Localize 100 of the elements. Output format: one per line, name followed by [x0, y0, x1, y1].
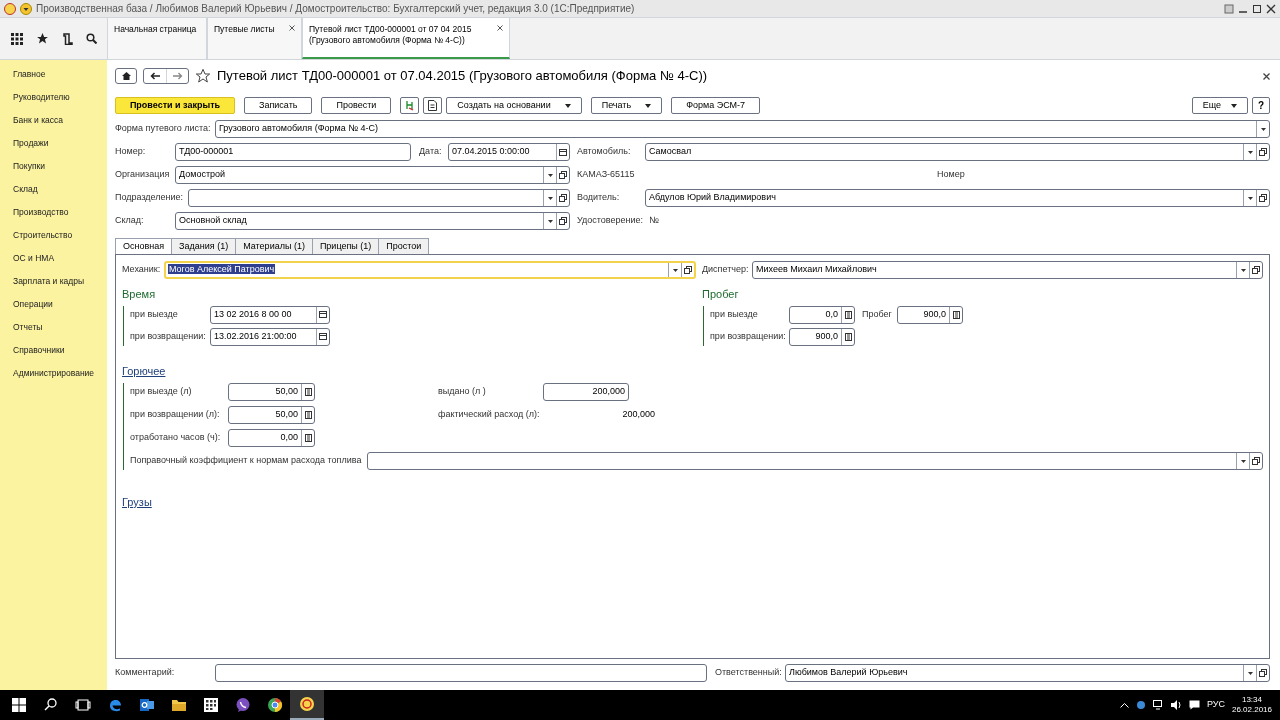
- close-icon[interactable]: [497, 25, 503, 31]
- number-field[interactable]: 50,00: [228, 383, 315, 401]
- select-field[interactable]: Любимов Валерий Юрьевич: [785, 664, 1270, 682]
- open-button[interactable]: [556, 167, 569, 183]
- sidebar-item[interactable]: Операции: [13, 297, 53, 312]
- section-tab[interactable]: Путевые листы: [207, 18, 302, 59]
- sidebar-item[interactable]: Зарплата и кадры: [13, 274, 85, 289]
- date-field[interactable]: 13.02.2016 21:00:00: [210, 327, 330, 346]
- calculator-button[interactable]: [841, 328, 854, 345]
- post-and-close-button[interactable]: Провести и закрыть: [115, 97, 235, 114]
- open-button[interactable]: [1249, 453, 1262, 469]
- tab-label[interactable]: Начальная страница: [114, 24, 197, 35]
- group-title[interactable]: Грузы: [122, 496, 152, 508]
- active-app-button[interactable]: [290, 690, 324, 720]
- calculator-button[interactable]: [301, 384, 314, 400]
- sidebar-item[interactable]: Склад: [13, 182, 38, 197]
- number-field[interactable]: 200,000: [543, 383, 629, 401]
- group-title[interactable]: Пробег: [702, 286, 963, 303]
- more-button[interactable]: Еще: [1191, 97, 1248, 114]
- calendar-button[interactable]: [556, 144, 569, 160]
- group-title[interactable]: Горючее: [122, 362, 1263, 379]
- calendar-button[interactable]: [316, 328, 329, 345]
- sidebar-item[interactable]: Банк и касса: [13, 113, 64, 128]
- command-button[interactable]: Провести: [321, 97, 392, 114]
- open-button[interactable]: [681, 263, 694, 277]
- message-icon[interactable]: [1188, 700, 1200, 710]
- menu-icon[interactable]: [20, 2, 32, 15]
- tray-icon[interactable]: [1135, 700, 1146, 710]
- star-icon[interactable]: [195, 68, 211, 84]
- number-field[interactable]: 0,00: [228, 429, 315, 447]
- search-icon[interactable]: [43, 697, 59, 713]
- section-tab[interactable]: Начальная страница: [107, 18, 207, 59]
- home-button[interactable]: [115, 68, 137, 84]
- open-button[interactable]: [1256, 665, 1269, 681]
- dropdown-button[interactable]: [543, 213, 556, 229]
- maximize-icon[interactable]: [1252, 3, 1262, 14]
- open-button[interactable]: [1256, 190, 1269, 206]
- select-field[interactable]: Самосвал: [645, 143, 1270, 161]
- browser-icon[interactable]: [107, 697, 123, 713]
- speaker-icon[interactable]: [1170, 700, 1182, 710]
- sidebar-item[interactable]: Строительство: [13, 228, 73, 243]
- language-indicator[interactable]: РУС: [1206, 698, 1225, 712]
- help-button[interactable]: ?: [1252, 97, 1270, 114]
- folder-icon[interactable]: [171, 697, 187, 713]
- chat-icon[interactable]: [235, 697, 251, 713]
- select-field[interactable]: [188, 189, 570, 207]
- date-field[interactable]: 07.04.2015 0:00:00: [448, 143, 570, 161]
- calculator-button[interactable]: [301, 430, 314, 446]
- dropdown-button[interactable]: [1256, 121, 1269, 137]
- command-button[interactable]: Форма ЭСМ-7: [671, 97, 761, 114]
- input-field[interactable]: ТД00-000001: [175, 143, 411, 161]
- dropdown-button[interactable]: [1243, 190, 1256, 206]
- grid-app-icon[interactable]: [203, 697, 219, 713]
- comment-field[interactable]: [215, 664, 707, 682]
- dropdown-button[interactable]: [668, 263, 681, 277]
- search-icon[interactable]: [85, 33, 97, 44]
- open-button[interactable]: [1249, 262, 1262, 278]
- close-icon[interactable]: [289, 25, 295, 31]
- section-tab[interactable]: Путевой лист ТД00-000001 от 07 04 2015 (Грузового автомобиля (Форма № 4-С)): [302, 18, 510, 59]
- menu-button[interactable]: Печать: [590, 97, 663, 114]
- sidebar-item[interactable]: Отчеты: [13, 320, 43, 335]
- select-field[interactable]: Абдулов Юрий Владимирович: [645, 189, 1270, 207]
- sidebar-item[interactable]: Производство: [13, 205, 69, 220]
- calculator-button[interactable]: [949, 306, 962, 323]
- task-view-icon[interactable]: [75, 697, 91, 713]
- sidebar-item[interactable]: Администрирование: [13, 366, 95, 381]
- icon-button[interactable]: [423, 97, 443, 114]
- dropdown-button[interactable]: [543, 167, 556, 183]
- select-field[interactable]: Могов Алексей Патрович: [164, 261, 696, 279]
- number-field[interactable]: 900,0: [897, 305, 963, 324]
- command-button[interactable]: Записать: [244, 97, 313, 114]
- mail-icon[interactable]: [139, 697, 155, 713]
- date-field[interactable]: 13 02 2016 8 00 00: [210, 305, 330, 324]
- dropdown-button[interactable]: [1243, 144, 1256, 160]
- dropdown-button[interactable]: [543, 190, 556, 206]
- history-icon[interactable]: [61, 32, 73, 45]
- star-icon[interactable]: [35, 32, 49, 45]
- open-button[interactable]: [556, 190, 569, 206]
- dropdown-button[interactable]: [1236, 262, 1249, 278]
- sidebar-item[interactable]: Руководителю: [13, 90, 70, 105]
- open-button[interactable]: [556, 213, 569, 229]
- group-title[interactable]: Время: [122, 286, 702, 303]
- dropdown-button[interactable]: [1236, 453, 1249, 469]
- calendar-button[interactable]: [316, 306, 329, 323]
- tab-label[interactable]: Путевые листы: [214, 24, 275, 35]
- number-field[interactable]: 900,0: [789, 327, 855, 346]
- toolbar-icon[interactable]: [1224, 3, 1234, 14]
- close-icon[interactable]: [1266, 3, 1276, 14]
- select-field[interactable]: [367, 452, 1263, 470]
- clock[interactable]: 13:34 26.02.2016: [1231, 695, 1272, 715]
- number-field[interactable]: 50,00: [228, 406, 315, 424]
- open-button[interactable]: [1256, 144, 1269, 160]
- tab-label[interactable]: Путевой лист ТД00-000001 от 07 04 2015 (Грузового автомобиля (Форма № 4-С)): [309, 24, 493, 46]
- sidebar-item[interactable]: ОС и НМА: [13, 251, 55, 266]
- network-icon[interactable]: [1152, 700, 1164, 710]
- sidebar-item[interactable]: Главное: [13, 67, 46, 82]
- grid-menu-icon[interactable]: [10, 32, 23, 45]
- dropdown-button[interactable]: [1243, 665, 1256, 681]
- select-field[interactable]: Михеев Михаил Михайлович: [752, 261, 1263, 279]
- sidebar-item[interactable]: Продажи: [13, 136, 49, 151]
